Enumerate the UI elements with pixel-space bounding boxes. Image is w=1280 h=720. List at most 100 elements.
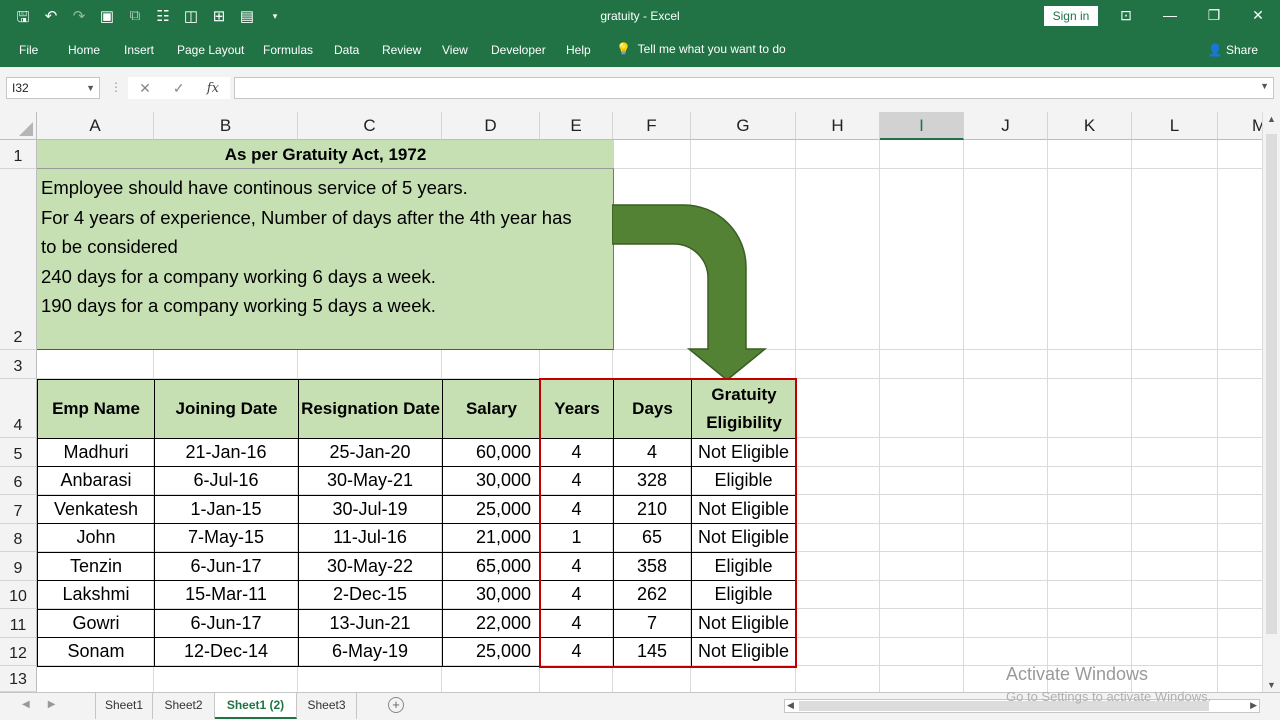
cell-days[interactable]: 262 bbox=[613, 580, 692, 610]
cell-join[interactable]: 21-Jan-16 bbox=[154, 438, 299, 467]
cell-resign[interactable]: 30-May-21 bbox=[298, 466, 443, 496]
column-header-m[interactable]: M bbox=[1218, 112, 1262, 140]
cell-resign[interactable]: 11-Jul-16 bbox=[298, 523, 443, 553]
cell-elig[interactable]: Not Eligible bbox=[691, 637, 797, 667]
form-icon[interactable]: ☷ bbox=[154, 7, 172, 32]
cell-elig[interactable]: Not Eligible bbox=[691, 523, 797, 553]
column-header-e[interactable]: E bbox=[540, 112, 613, 140]
minimize-icon[interactable]: — bbox=[1148, 0, 1192, 33]
cell-join[interactable]: 6-Jul-16 bbox=[154, 466, 299, 496]
row-header-13[interactable]: 13 bbox=[0, 666, 37, 692]
cell-name[interactable]: John bbox=[37, 523, 155, 553]
scroll-left-icon[interactable]: ◀ bbox=[787, 700, 794, 711]
header-gratuity-eligibility[interactable]: Gratuity Eligibility bbox=[691, 379, 797, 439]
cell-name[interactable]: Madhuri bbox=[37, 438, 155, 467]
expand-formula-icon[interactable]: ▼ bbox=[1260, 81, 1269, 91]
formula-input[interactable]: ▼ bbox=[234, 77, 1274, 99]
tab-data[interactable]: Data bbox=[334, 43, 359, 57]
cell-name[interactable]: Gowri bbox=[37, 609, 155, 638]
chevron-down-icon[interactable]: ▼ bbox=[86, 78, 95, 98]
tab-formulas[interactable]: Formulas bbox=[263, 43, 313, 57]
cell-resign[interactable]: 25-Jan-20 bbox=[298, 438, 443, 467]
cell-years[interactable]: 4 bbox=[540, 552, 614, 581]
cell-join[interactable]: 15-Mar-11 bbox=[154, 580, 299, 610]
cell-elig[interactable]: Not Eligible bbox=[691, 438, 797, 467]
cell-join[interactable]: 12-Dec-14 bbox=[154, 637, 299, 667]
cell-years[interactable]: 4 bbox=[540, 609, 614, 638]
column-header-h[interactable]: H bbox=[796, 112, 880, 140]
tab-view[interactable]: View bbox=[442, 43, 468, 57]
cell-name[interactable]: Sonam bbox=[37, 637, 155, 667]
tab-home[interactable]: Home bbox=[68, 43, 100, 57]
column-header-c[interactable]: C bbox=[298, 112, 442, 140]
cell-years[interactable]: 4 bbox=[540, 438, 614, 467]
cell-elig[interactable]: Eligible bbox=[691, 552, 797, 581]
cell-resign[interactable]: 6-May-19 bbox=[298, 637, 443, 667]
column-header-f[interactable]: F bbox=[613, 112, 691, 140]
header-emp-name[interactable]: Emp Name bbox=[37, 379, 155, 439]
row-header-11[interactable]: 11 bbox=[0, 609, 37, 638]
cell-days[interactable]: 358 bbox=[613, 552, 692, 581]
cell-salary[interactable]: 21,000 bbox=[442, 523, 541, 553]
scroll-up-icon[interactable]: ▲ bbox=[1267, 114, 1276, 124]
ribbon-display-icon[interactable]: ⊡ bbox=[1104, 0, 1148, 33]
tab-help[interactable]: Help bbox=[566, 43, 591, 57]
tab-page-layout[interactable]: Page Layout bbox=[177, 43, 244, 57]
cell-years[interactable]: 4 bbox=[540, 637, 614, 667]
cell-salary[interactable]: 25,000 bbox=[442, 637, 541, 667]
cell-elig[interactable]: Not Eligible bbox=[691, 495, 797, 524]
header-joining-date[interactable]: Joining Date bbox=[154, 379, 299, 439]
column-header-b[interactable]: B bbox=[154, 112, 298, 140]
cell-elig[interactable]: Eligible bbox=[691, 580, 797, 610]
cell-salary[interactable]: 22,000 bbox=[442, 609, 541, 638]
header-salary[interactable]: Salary bbox=[442, 379, 541, 439]
vertical-scrollbar[interactable]: ▲ ▼ bbox=[1262, 112, 1280, 692]
header-years[interactable]: Years bbox=[540, 379, 614, 439]
cell-name[interactable]: Tenzin bbox=[37, 552, 155, 581]
sheet-nav-icon[interactable]: ◀▶ bbox=[22, 699, 73, 710]
cell-elig[interactable]: Not Eligible bbox=[691, 609, 797, 638]
row-header-12[interactable]: 12 bbox=[0, 637, 37, 666]
row-header-4[interactable]: 4 bbox=[0, 379, 37, 438]
cell-resign[interactable]: 30-Jul-19 bbox=[298, 495, 443, 524]
sheet-tab-sheet1-2[interactable]: Sheet1 (2) bbox=[215, 693, 297, 719]
row-header-7[interactable]: 7 bbox=[0, 495, 37, 524]
column-header-a[interactable]: A bbox=[37, 112, 154, 140]
cell-join[interactable]: 7-May-15 bbox=[154, 523, 299, 553]
row-header-5[interactable]: 5 bbox=[0, 438, 37, 467]
redo-icon[interactable]: ↷ bbox=[70, 7, 88, 32]
customize-qat-icon[interactable]: ▾ bbox=[266, 7, 284, 32]
cell-years[interactable]: 4 bbox=[540, 580, 614, 610]
add-sheet-icon[interactable]: + bbox=[388, 697, 404, 713]
scroll-down-icon[interactable]: ▼ bbox=[1267, 680, 1276, 690]
cell-salary[interactable]: 30,000 bbox=[442, 580, 541, 610]
save-icon[interactable]: 🖫 bbox=[14, 7, 32, 32]
cancel-icon[interactable]: ✕ bbox=[139, 80, 151, 97]
sheet-tab-sheet2[interactable]: Sheet2 bbox=[153, 693, 215, 719]
sheet-tab-sheet1[interactable]: Sheet1 bbox=[95, 693, 153, 719]
cell-days[interactable]: 65 bbox=[613, 523, 692, 553]
insert-cells-icon[interactable]: ⊞ bbox=[210, 7, 228, 32]
column-header-d[interactable]: D bbox=[442, 112, 540, 140]
enter-icon[interactable]: ✓ bbox=[173, 80, 185, 97]
cell-years[interactable]: 4 bbox=[540, 466, 614, 496]
cell-salary[interactable]: 30,000 bbox=[442, 466, 541, 496]
cell-join[interactable]: 6-Jun-17 bbox=[154, 552, 299, 581]
header-days[interactable]: Days bbox=[613, 379, 692, 439]
sign-in-button[interactable]: Sign in bbox=[1044, 6, 1098, 26]
tab-developer[interactable]: Developer bbox=[491, 43, 546, 57]
shapes-icon[interactable]: ◫ bbox=[182, 7, 200, 32]
table-icon[interactable]: ▤ bbox=[238, 7, 256, 32]
insert-function-icon[interactable]: fx bbox=[207, 81, 219, 96]
cell-name[interactable]: Venkatesh bbox=[37, 495, 155, 524]
column-header-g[interactable]: G bbox=[691, 112, 796, 140]
tell-me-search[interactable]: 💡 Tell me what you want to do bbox=[616, 42, 786, 56]
header-resignation-date[interactable]: Resignation Date bbox=[298, 379, 443, 439]
row-header-8[interactable]: 8 bbox=[0, 523, 37, 552]
sheet-tab-sheet3[interactable]: Sheet3 bbox=[297, 693, 357, 719]
scroll-thumb[interactable] bbox=[1266, 134, 1277, 634]
cell-join[interactable]: 1-Jan-15 bbox=[154, 495, 299, 524]
cell-name[interactable]: Lakshmi bbox=[37, 580, 155, 610]
cell-salary[interactable]: 25,000 bbox=[442, 495, 541, 524]
cell-years[interactable]: 1 bbox=[540, 523, 614, 553]
